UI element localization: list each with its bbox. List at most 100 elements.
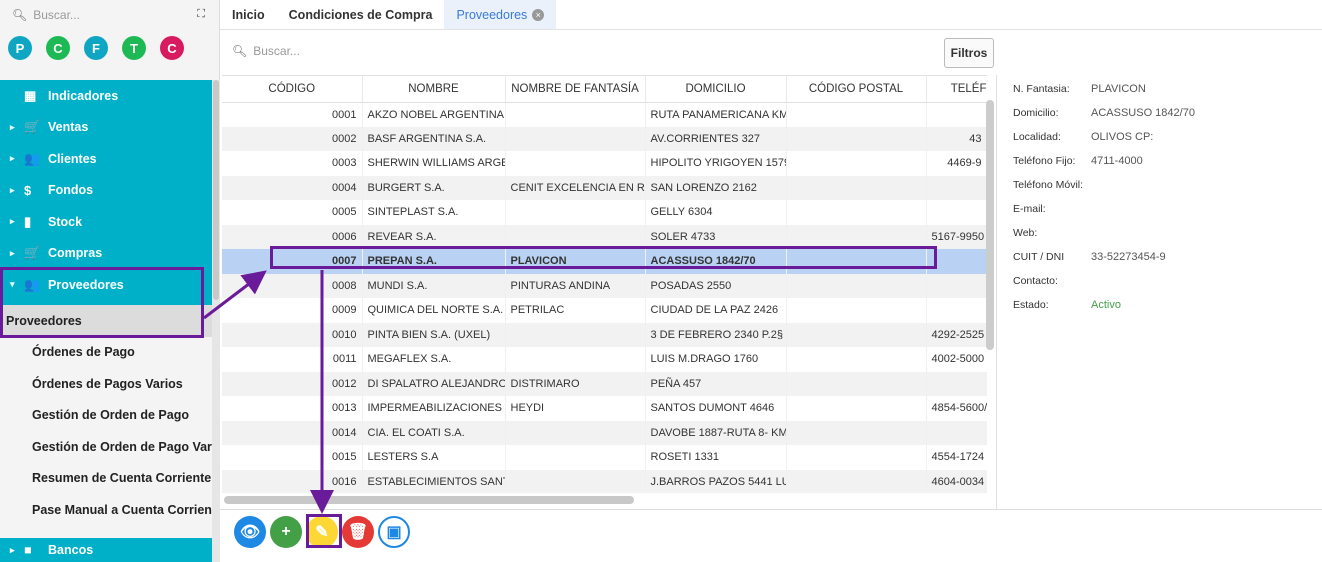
- table-row[interactable]: 0002 BASF ARGENTINA S.A. AV.CORRIENTES 327…: [222, 126, 987, 151]
- table-row[interactable]: 0015 LESTERS S.A ROSETI 1331 4554-1724: [222, 445, 987, 470]
- table-cell: [926, 371, 987, 396]
- sidebar-item-bancos[interactable]: ▸ ■ Bancos: [0, 538, 212, 562]
- detail-label: Teléfono Móvil:: [1013, 179, 1084, 191]
- submenu-item[interactable]: Órdenes de Pagos Varios: [0, 368, 212, 400]
- table-cell: SINTEPLAST S.A.: [362, 200, 506, 225]
- sidebar-item-fondos[interactable]: ▸ $ Fondos: [0, 175, 212, 207]
- table-cell: HEYDI: [505, 396, 646, 421]
- add-button[interactable]: +: [270, 516, 302, 548]
- column-header[interactable]: CÓDIGO POSTAL: [786, 76, 927, 103]
- table-row[interactable]: 0004BURGERT S.A.CENIT EXCELENCIA EN RECU…: [222, 175, 987, 200]
- avatar[interactable]: C: [46, 36, 70, 60]
- search-icon: 🔍︎: [232, 44, 248, 58]
- table-cell: [786, 102, 927, 127]
- table-cell: MUNDI S.A.: [362, 273, 506, 298]
- table-vertical-scrollbar[interactable]: [986, 100, 994, 350]
- table-row[interactable]: 0010 PINTA BIEN S.A. (UXEL) 3 DE FEBRERO 2…: [222, 322, 987, 347]
- scroll-thumb[interactable]: [213, 80, 219, 300]
- detail-value: ACASSUSO 1842/70: [1091, 107, 1195, 119]
- submenu-item[interactable]: Órdenes de Pago: [0, 337, 212, 369]
- sidebar-item-indicadores[interactable]: ▦ Indicadores: [0, 80, 212, 112]
- tab-proveedores[interactable]: Proveedores ×: [444, 0, 557, 29]
- table-cell: [786, 396, 927, 421]
- table-row[interactable]: 0013 IMPERMEABILIZACIONES N HEYDI SANTOS DU…: [222, 396, 987, 421]
- column-header[interactable]: NOMBRE DE FANTASÍA: [505, 76, 646, 103]
- filters-button[interactable]: Filtros: [944, 38, 994, 68]
- submenu-item[interactable]: Gestión de Orden de Pago Varios: [0, 431, 212, 463]
- table-cell: 3 DE FEBRERO 2340 P.2§ DF: [645, 322, 787, 347]
- tab-condiciones-de-compra[interactable]: Condiciones de Compra: [277, 0, 445, 29]
- chevron-right-icon: ▸: [10, 153, 15, 164]
- sidebar-item-label: Fondos: [48, 183, 94, 198]
- sidebar-item-stock[interactable]: ▸ ▮ Stock: [0, 206, 212, 238]
- table-row[interactable]: 0003 SHERWIN WILLIAMS ARGEN HIPOLITO YRIGO…: [222, 151, 987, 176]
- box-icon: ▮: [24, 213, 32, 229]
- table-cell: [786, 445, 927, 470]
- table-row[interactable]: 0012 DI SPALATRO ALEJANDRO DISTRIMARO PEÑA …: [222, 371, 987, 396]
- table-cell: J.BARROS PAZOS 5441 LUG: [645, 469, 787, 493]
- table-cell: 4002-5000: [926, 347, 987, 372]
- close-tab-icon[interactable]: ×: [532, 8, 545, 21]
- chevron-right-icon: ▸: [10, 216, 15, 227]
- table-cell: MEGAFLEX S.A.: [362, 347, 506, 372]
- table-row[interactable]: 0011 MEGAFLEX S.A. LUIS M.DRAGO 1760 4002-5…: [222, 347, 987, 372]
- column-header[interactable]: DOMICILIO: [645, 76, 787, 103]
- view-button[interactable]: 👁: [234, 516, 266, 548]
- sidebar-scrollbar[interactable]: [212, 80, 220, 562]
- table-cell: [505, 445, 646, 470]
- avatar[interactable]: C: [160, 36, 184, 60]
- detail-value: Activo: [1091, 299, 1121, 311]
- table-row[interactable]: 0014 CIA. EL COATI S.A. DAVOBE 1887-RUTA 8…: [222, 420, 987, 445]
- table-cell: 0008: [222, 273, 363, 298]
- table-horizontal-scrollbar[interactable]: [224, 496, 634, 504]
- table-cell: 4604-0034: [926, 469, 987, 493]
- column-header[interactable]: NOMBRE: [362, 76, 506, 103]
- detail-label: Contacto:: [1013, 275, 1058, 287]
- wallet-button[interactable]: ▣: [378, 516, 410, 548]
- sidebar-item-label: Stock: [48, 214, 83, 229]
- sidebar-search-input[interactable]: 🔍︎ Buscar...: [0, 0, 220, 30]
- sidebar-item-clientes[interactable]: ▸ 👥 Clientes: [0, 143, 212, 175]
- sidebar-item-compras[interactable]: ▸ 🛒 Compras: [0, 238, 212, 270]
- avatar[interactable]: T: [122, 36, 146, 60]
- detail-panel: N. Fantasia: PLAVICON Domicilio: ACASSUSO 1…: [996, 75, 1322, 509]
- table-cell: [786, 175, 927, 200]
- table-cell: QUIMICA DEL NORTE S.A. (F: [362, 298, 506, 323]
- avatar[interactable]: F: [84, 36, 108, 60]
- table-row[interactable]: 0009 QUIMICA DEL NORTE S.A. (F PETRILAC CIU…: [222, 298, 987, 323]
- detail-label: Localidad:: [1013, 131, 1061, 143]
- table-cell: [786, 151, 927, 176]
- table-cell: 0011: [222, 347, 363, 372]
- table-cell: 0002: [222, 126, 363, 151]
- annotation-box: [0, 267, 204, 338]
- table-row[interactable]: 0008 MUNDI S.A. PINTURAS ANDINA POSADAS 255…: [222, 273, 987, 298]
- detail-label: Estado:: [1013, 299, 1049, 311]
- sidebar-item-label: Indicadores: [48, 88, 119, 103]
- fullscreen-icon[interactable]: ⛶: [197, 8, 205, 21]
- table-row[interactable]: 0016 ESTABLECIMIENTOS SANTA J.BARROS PAZOS…: [222, 469, 987, 493]
- column-header[interactable]: CÓDIGO: [222, 76, 363, 103]
- column-header[interactable]: TELÉF: [926, 76, 987, 103]
- detail-label: Web:: [1013, 227, 1038, 239]
- table-cell: BASF ARGENTINA S.A.: [362, 126, 506, 151]
- submenu-item[interactable]: Resumen de Cuenta Corriente: [0, 463, 212, 495]
- submenu-item[interactable]: Pase Manual a Cuenta Corriente: [0, 494, 212, 526]
- detail-value: PLAVICON: [1091, 83, 1146, 95]
- table-cell: RUTA PANAMERICANA KM 3: [645, 102, 787, 127]
- table-cell: [505, 420, 646, 445]
- table-row[interactable]: 0005 SINTEPLAST S.A. GELLY 6304: [222, 200, 987, 225]
- table-search-input[interactable]: 🔍︎ Buscar...: [232, 44, 300, 58]
- sidebar-item-ventas[interactable]: ▸ 🛒 Ventas: [0, 112, 212, 144]
- delete-button[interactable]: 🗑: [342, 516, 374, 548]
- avatar[interactable]: P: [8, 36, 32, 60]
- table-cell: 0001: [222, 102, 363, 127]
- table-cell: 0009: [222, 298, 363, 323]
- table-row[interactable]: 0001 AKZO NOBEL ARGENTINA S RUTA PANAMERIC…: [222, 102, 987, 127]
- table-cell: PINTURAS ANDINA: [505, 273, 646, 298]
- submenu: Proveedores Órdenes de Pago Órdenes de Pag…: [0, 305, 212, 526]
- submenu-item[interactable]: Gestión de Orden de Pago: [0, 400, 212, 432]
- table-cell: 0013: [222, 396, 363, 421]
- tab-inicio[interactable]: Inicio: [220, 0, 277, 29]
- table-cell: 0004: [222, 175, 363, 200]
- table-cell: [786, 420, 927, 445]
